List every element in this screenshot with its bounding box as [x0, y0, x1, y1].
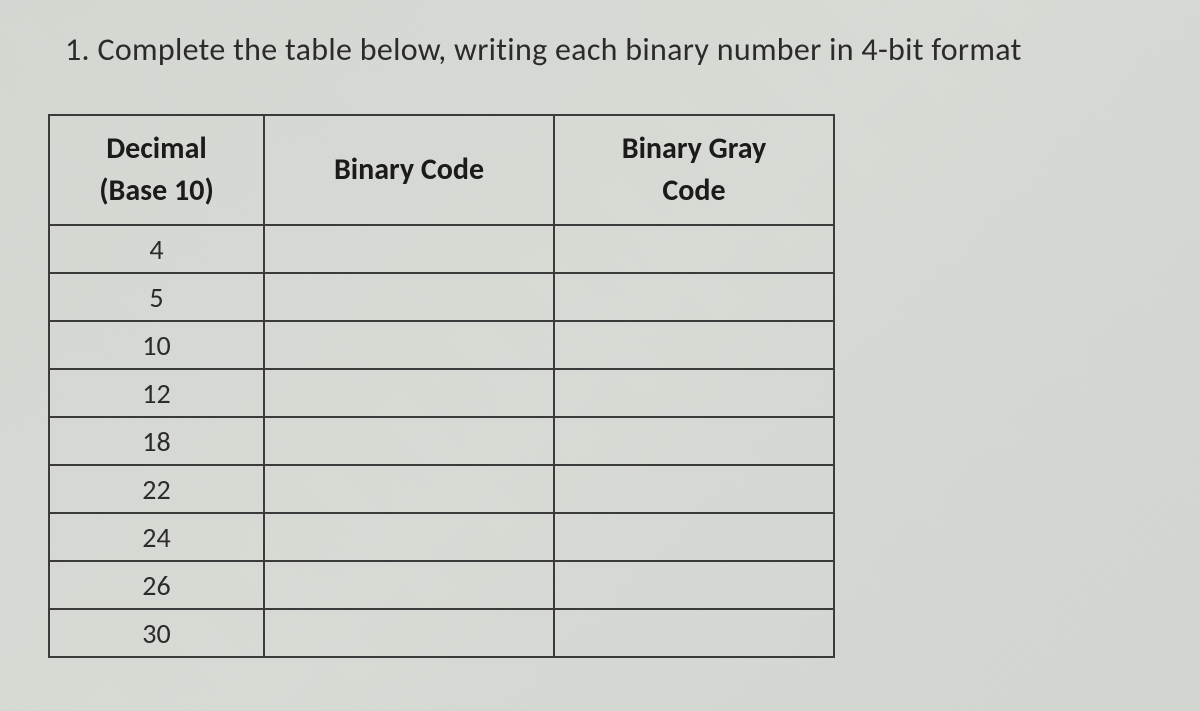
cell-binary[interactable]	[264, 417, 554, 465]
cell-decimal: 5	[49, 273, 264, 321]
cell-decimal: 24	[49, 513, 264, 561]
question-number: 1.	[65, 30, 90, 69]
cell-gray[interactable]	[554, 273, 834, 321]
header-gray: Binary Gray Code	[554, 115, 834, 225]
table-container: Decimal (Base 10) Binary Code Binary Gra…	[40, 114, 1160, 658]
question-prompt: 1. Complete the table below, writing eac…	[40, 30, 1160, 69]
cell-binary[interactable]	[264, 321, 554, 369]
cell-gray[interactable]	[554, 609, 834, 657]
cell-binary[interactable]	[264, 465, 554, 513]
table-row: 26	[49, 561, 834, 609]
table-row: 22	[49, 465, 834, 513]
conversion-table: Decimal (Base 10) Binary Code Binary Gra…	[48, 114, 835, 658]
cell-binary[interactable]	[264, 369, 554, 417]
cell-gray[interactable]	[554, 369, 834, 417]
cell-binary[interactable]	[264, 561, 554, 609]
header-decimal-line2: (Base 10)	[70, 170, 243, 212]
cell-gray[interactable]	[554, 513, 834, 561]
cell-gray[interactable]	[554, 225, 834, 273]
cell-decimal: 10	[49, 321, 264, 369]
cell-gray[interactable]	[554, 561, 834, 609]
table-row: 30	[49, 609, 834, 657]
header-gray-line2: Code	[575, 170, 813, 212]
cell-gray[interactable]	[554, 465, 834, 513]
header-decimal: Decimal (Base 10)	[49, 115, 264, 225]
table-row: 24	[49, 513, 834, 561]
table-row: 5	[49, 273, 834, 321]
cell-decimal: 26	[49, 561, 264, 609]
cell-decimal: 12	[49, 369, 264, 417]
worksheet-page: 1. Complete the table below, writing eac…	[0, 0, 1200, 711]
table-body: 4 5 10 12	[49, 225, 834, 657]
table-row: 10	[49, 321, 834, 369]
cell-binary[interactable]	[264, 513, 554, 561]
table-row: 4	[49, 225, 834, 273]
cell-decimal: 18	[49, 417, 264, 465]
cell-binary[interactable]	[264, 225, 554, 273]
question-text: Complete the table below, writing each b…	[97, 30, 1021, 69]
table-row: 18	[49, 417, 834, 465]
header-gray-line1: Binary Gray	[575, 128, 813, 170]
cell-binary[interactable]	[264, 273, 554, 321]
cell-binary[interactable]	[264, 609, 554, 657]
cell-decimal: 22	[49, 465, 264, 513]
table-row: 12	[49, 369, 834, 417]
cell-decimal: 30	[49, 609, 264, 657]
cell-gray[interactable]	[554, 321, 834, 369]
table-header-row: Decimal (Base 10) Binary Code Binary Gra…	[49, 115, 834, 225]
header-decimal-line1: Decimal	[70, 128, 243, 170]
cell-gray[interactable]	[554, 417, 834, 465]
cell-decimal: 4	[49, 225, 264, 273]
header-binary-text: Binary Code	[334, 151, 484, 188]
header-binary: Binary Code	[264, 115, 554, 225]
